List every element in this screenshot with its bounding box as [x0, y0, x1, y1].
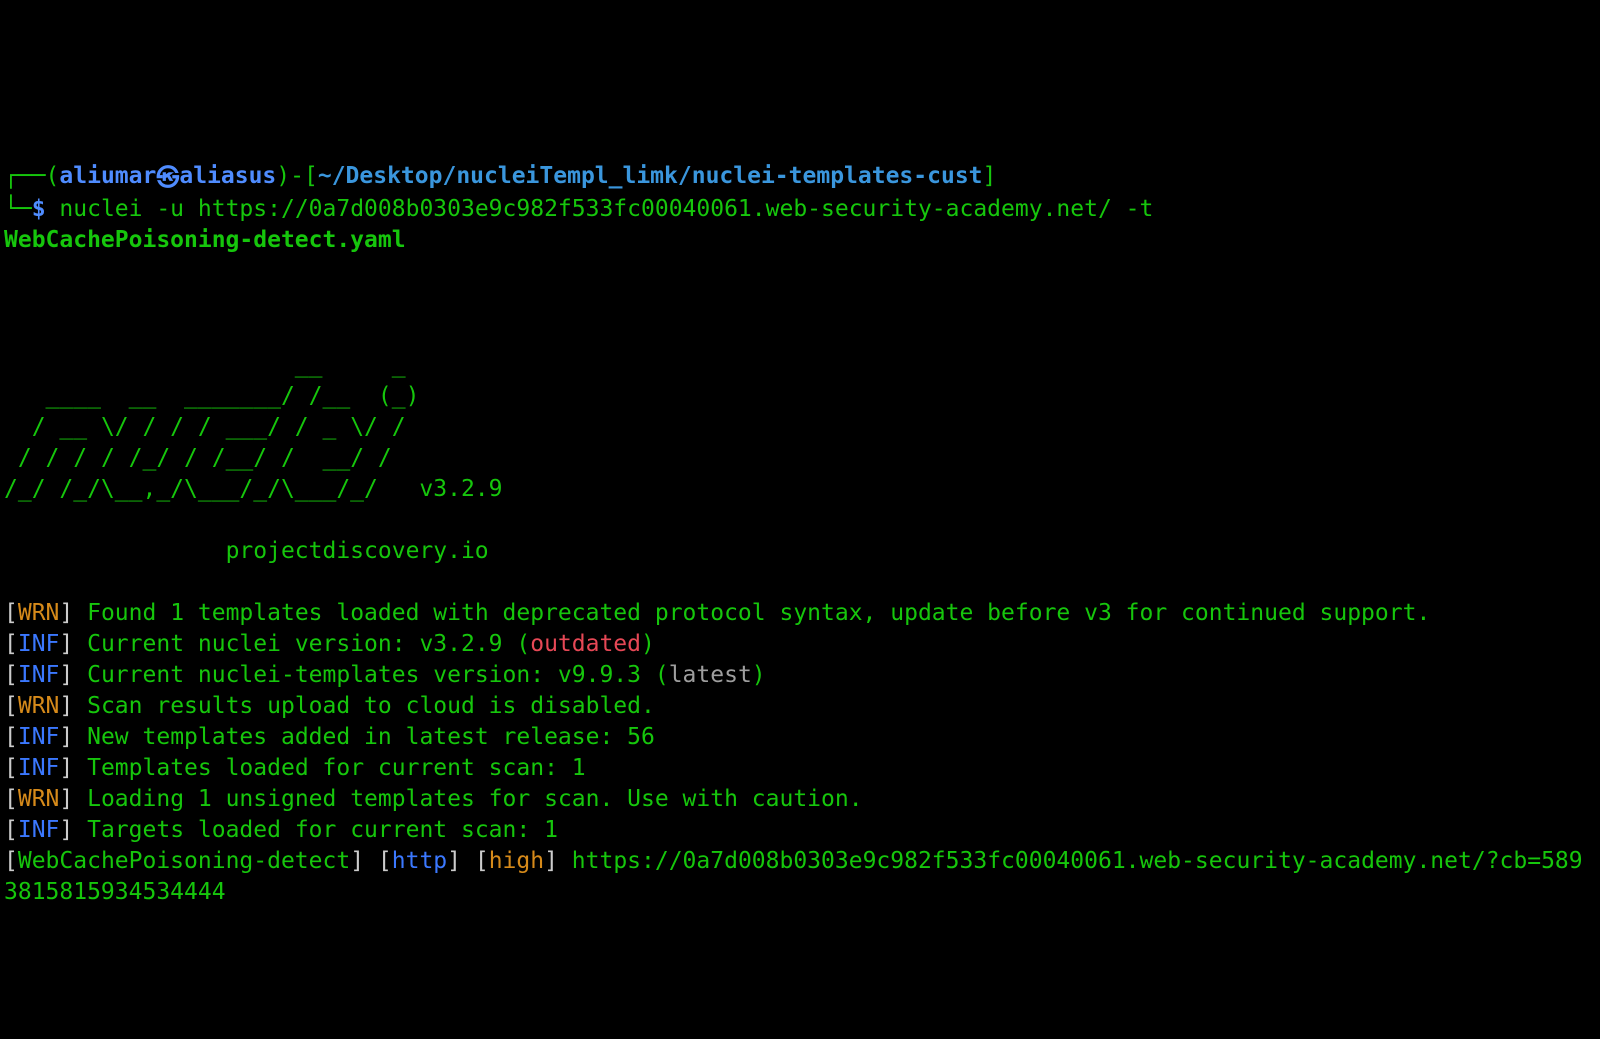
log-line-inf-1: [INF] Current nuclei version: v3.2.9 (ou… [4, 631, 655, 657]
inf-3-msg: New templates added in latest release: 5… [87, 724, 655, 750]
prompt-line-1: ┌──(aliumar㉿aliasus)-[~/Desktop/nucleiTe… [4, 163, 996, 189]
project-url: projectdiscovery.io [4, 538, 489, 564]
wrn-1-msg: Found 1 templates loaded with deprecated… [87, 600, 1430, 626]
prompt-user: aliumar [59, 163, 156, 189]
prompt-sep-r: ] [983, 163, 997, 189]
skull-icon: ㉿ [156, 165, 179, 191]
inf-4-msg: Templates loaded for current scan: 1 [87, 755, 586, 781]
log-line-inf-5: [INF] Targets loaded for current scan: 1 [4, 817, 558, 843]
inf-tag: INF [18, 817, 60, 843]
result-line: [WebCachePoisoning-detect] [http] [high]… [4, 848, 1583, 905]
wrn-3-msg: Loading 1 unsigned templates for scan. U… [87, 786, 862, 812]
ascii-banner-line-4: / / / / /_/ / /__/ / __/ / [4, 445, 392, 471]
latest-label: latest [669, 662, 752, 688]
prompt-sep-l: -[ [290, 163, 318, 189]
log-line-wrn-1: [WRN] Found 1 templates loaded with depr… [4, 600, 1430, 626]
wrn-2-msg: Scan results upload to cloud is disabled… [87, 693, 655, 719]
ascii-banner-line-3: / __ \/ / / / ___/ / _ \/ / [4, 414, 406, 440]
command-text[interactable]: nuclei -u https://0a7d008b0303e9c982f533… [59, 196, 1167, 222]
prompt-paren-open: ( [46, 163, 60, 189]
terminal-output: ┌──(aliumar㉿aliasus)-[~/Desktop/nucleiTe… [0, 124, 1600, 914]
inf-tag: INF [18, 631, 60, 657]
nuclei-version: v3.2.9 [419, 476, 502, 502]
prompt-host: aliasus [179, 163, 276, 189]
wrn-tag: WRN [18, 600, 60, 626]
log-line-inf-4: [INF] Templates loaded for current scan:… [4, 755, 586, 781]
inf-5-msg: Targets loaded for current scan: 1 [87, 817, 558, 843]
result-protocol: http [392, 848, 447, 874]
outdated-label: outdated [530, 631, 641, 657]
ascii-banner-line-2: ____ __ _______/ /__ (_) [4, 383, 419, 409]
prompt-corner-bottom: └─ [4, 196, 32, 222]
prompt-line-2: └─$ nuclei -u https://0a7d008b0303e9c982… [4, 196, 1167, 222]
ascii-banner-line-5: /_/ /_/\__,_/\___/_/\___/_/ v3.2.9 [4, 476, 503, 502]
inf-1-msg: Current nuclei version: v3.2.9 (outdated… [87, 631, 655, 657]
result-template-name: WebCachePoisoning-detect [18, 848, 350, 874]
command-template-file: WebCachePoisoning-detect.yaml [4, 227, 406, 253]
prompt-corner-top: ┌── [4, 163, 46, 189]
ascii-banner-line-1: __ _ [4, 352, 406, 378]
inf-2-msg: Current nuclei-templates version: v9.9.3… [87, 662, 766, 688]
result-severity: high [489, 848, 544, 874]
inf-tag: INF [18, 724, 60, 750]
log-line-wrn-3: [WRN] Loading 1 unsigned templates for s… [4, 786, 863, 812]
wrn-tag: WRN [18, 693, 60, 719]
log-line-inf-3: [INF] New templates added in latest rele… [4, 724, 655, 750]
wrn-tag: WRN [18, 786, 60, 812]
prompt-cwd: ~/Desktop/nucleiTempl_limk/nuclei-templa… [318, 163, 983, 189]
inf-tag: INF [18, 755, 60, 781]
log-line-wrn-2: [WRN] Scan results upload to cloud is di… [4, 693, 655, 719]
log-line-inf-2: [INF] Current nuclei-templates version: … [4, 662, 766, 688]
inf-tag: INF [18, 662, 60, 688]
prompt-paren-close: ) [276, 163, 290, 189]
prompt-dollar: $ [32, 196, 60, 222]
